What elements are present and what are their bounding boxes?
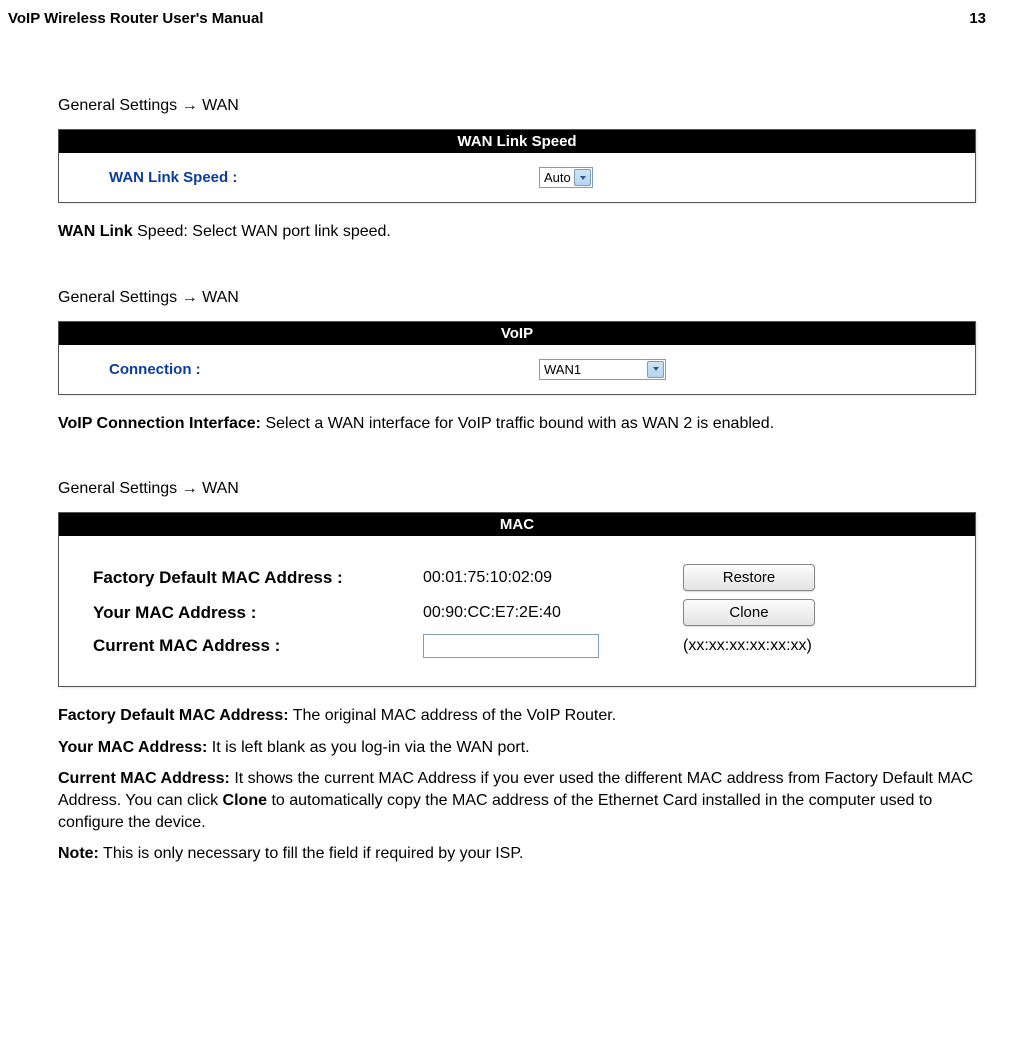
desc-current-mac-clone: Clone: [223, 792, 267, 809]
desc-your-mac: Your MAC Address: It is left blank as yo…: [58, 737, 976, 759]
desc-your-mac-text: It is left blank as you log-in via the W…: [207, 739, 529, 756]
desc-factory-mac-text: The original MAC address of the VoIP Rou…: [289, 707, 617, 724]
factory-mac-label: Factory Default MAC Address :: [93, 568, 423, 588]
desc-voip: VoIP Connection Interface: Select a WAN …: [58, 413, 976, 435]
current-mac-label: Current MAC Address :: [93, 636, 423, 656]
page-number: 13: [969, 10, 986, 27]
panel-title-wan-link: WAN Link Speed: [59, 130, 975, 153]
breadcrumb-voip: General Settings → WAN: [58, 289, 976, 307]
clone-button[interactable]: Clone: [683, 599, 815, 626]
desc-current-mac-bold: Current MAC Address:: [58, 770, 230, 787]
desc-factory-mac: Factory Default MAC Address: The origina…: [58, 705, 976, 727]
voip-connection-value: WAN1: [541, 362, 583, 377]
desc-voip-text: Select a WAN interface for VoIP traffic …: [261, 415, 774, 432]
desc-wan-link-bold: WAN Link: [58, 223, 133, 240]
desc-note-bold: Note:: [58, 845, 99, 862]
page-header: VoIP Wireless Router User's Manual 13: [8, 10, 986, 27]
wan-link-speed-label: WAN Link Speed :: [109, 169, 539, 186]
page-content: General Settings → WAN WAN Link Speed WA…: [58, 97, 976, 865]
panel-mac: MAC Factory Default MAC Address : 00:01:…: [58, 512, 976, 687]
desc-your-mac-bold: Your MAC Address:: [58, 739, 207, 756]
factory-mac-value: 00:01:75:10:02:09: [423, 569, 683, 587]
desc-current-mac: Current MAC Address: It shows the curren…: [58, 768, 976, 833]
current-mac-input[interactable]: [423, 634, 599, 658]
panel-title-mac: MAC: [59, 513, 975, 536]
desc-note-text: This is only necessary to fill the field…: [99, 845, 524, 862]
restore-button[interactable]: Restore: [683, 564, 815, 591]
breadcrumb-wan-link: General Settings → WAN: [58, 97, 976, 115]
voip-connection-select[interactable]: WAN1: [539, 359, 666, 380]
panel-voip: VoIP Connection : WAN1: [58, 321, 976, 395]
panel-wan-link-speed: WAN Link Speed WAN Link Speed : Auto: [58, 129, 976, 203]
mac-row-current: Current MAC Address : (xx:xx:xx:xx:xx:xx…: [93, 634, 975, 658]
desc-wan-link: WAN Link Speed: Select WAN port link spe…: [58, 221, 976, 243]
your-mac-value: 00:90:CC:E7:2E:40: [423, 604, 683, 622]
desc-wan-link-text: Speed: Select WAN port link speed.: [133, 223, 391, 240]
mac-row-your: Your MAC Address : 00:90:CC:E7:2E:40 Clo…: [93, 599, 975, 626]
wan-link-speed-select[interactable]: Auto: [539, 167, 593, 188]
desc-factory-mac-bold: Factory Default MAC Address:: [58, 707, 289, 724]
chevron-down-icon: [574, 169, 591, 186]
your-mac-label: Your MAC Address :: [93, 603, 423, 623]
panel-title-voip: VoIP: [59, 322, 975, 345]
wan-link-speed-value: Auto: [541, 170, 573, 185]
breadcrumb-mac: General Settings → WAN: [58, 480, 976, 498]
voip-connection-label: Connection :: [109, 361, 539, 378]
manual-title: VoIP Wireless Router User's Manual: [8, 10, 263, 27]
desc-note: Note: This is only necessary to fill the…: [58, 843, 976, 865]
chevron-down-icon: [647, 361, 664, 378]
desc-voip-bold: VoIP Connection Interface:: [58, 415, 261, 432]
current-mac-hint: (xx:xx:xx:xx:xx:xx): [683, 637, 812, 655]
mac-row-factory: Factory Default MAC Address : 00:01:75:1…: [93, 564, 975, 591]
